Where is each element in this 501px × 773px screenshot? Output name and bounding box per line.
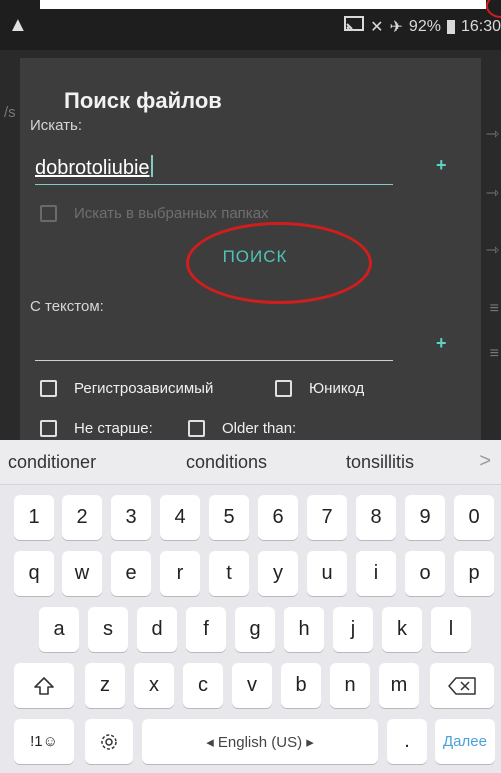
- battery-icon: [446, 19, 455, 34]
- key-g[interactable]: g: [235, 607, 275, 652]
- key-4[interactable]: 4: [160, 495, 200, 540]
- status-bar: ▲ ✕ ✈ 92% 16:30: [0, 0, 501, 50]
- with-text-input[interactable]: [35, 329, 393, 361]
- add-text-button[interactable]: +: [436, 333, 447, 354]
- dialog-title: Поиск файлов: [64, 88, 222, 113]
- background-arrow-icon: ⇾: [485, 185, 499, 202]
- background-path: /s: [4, 104, 16, 121]
- key-u[interactable]: u: [307, 551, 347, 596]
- search-input[interactable]: dobrotoliubie: [35, 153, 393, 185]
- key-y[interactable]: y: [258, 551, 298, 596]
- key-t[interactable]: t: [209, 551, 249, 596]
- unicode-checkbox[interactable]: [275, 380, 292, 397]
- mute-icon: ✕: [370, 18, 384, 36]
- key-c[interactable]: c: [183, 663, 223, 708]
- more-suggestions-button[interactable]: >: [479, 450, 491, 473]
- key-0[interactable]: 0: [454, 495, 494, 540]
- battery-percent: 92%: [408, 17, 441, 35]
- key-d[interactable]: d: [137, 607, 177, 652]
- key-s[interactable]: s: [88, 607, 128, 652]
- older-than-checkbox[interactable]: [188, 420, 205, 437]
- settings-key[interactable]: [85, 719, 133, 764]
- older-than-label: Older than:: [222, 420, 297, 437]
- background-lines-icon: ≡: [489, 300, 499, 317]
- key-1[interactable]: 1: [14, 495, 54, 540]
- in-selected-folders-label: Искать в выбранных папках: [74, 205, 269, 222]
- search-label: Искать:: [30, 117, 83, 134]
- file-search-dialog: Поиск файлов Искать: dobrotoliubie + Иск…: [20, 58, 481, 440]
- background-lines-icon: ≡: [489, 345, 499, 362]
- key-f[interactable]: f: [186, 607, 226, 652]
- key-h[interactable]: h: [284, 607, 324, 652]
- key-2[interactable]: 2: [62, 495, 102, 540]
- suggestion-3[interactable]: tonsillitis: [346, 452, 414, 473]
- not-older-checkbox[interactable]: [40, 420, 57, 437]
- key-3[interactable]: 3: [111, 495, 151, 540]
- key-p[interactable]: p: [454, 551, 494, 596]
- in-selected-folders-checkbox[interactable]: [40, 205, 57, 222]
- period-key[interactable]: .: [387, 719, 427, 764]
- key-5[interactable]: 5: [209, 495, 249, 540]
- next-action-key[interactable]: Далее: [435, 719, 495, 764]
- background-arrow-icon: ⇾: [485, 126, 499, 143]
- backspace-key[interactable]: [430, 663, 494, 708]
- key-q[interactable]: q: [14, 551, 54, 596]
- key-w[interactable]: w: [62, 551, 102, 596]
- with-text-label: С текстом:: [30, 298, 104, 315]
- clock: 16:30: [460, 17, 501, 35]
- key-x[interactable]: x: [134, 663, 174, 708]
- shift-key[interactable]: [14, 663, 74, 708]
- cast-icon: [344, 16, 365, 37]
- red-annotation-circle: [186, 222, 372, 304]
- key-z[interactable]: z: [85, 663, 125, 708]
- backspace-icon: [448, 676, 476, 695]
- top-app-strip: [40, 0, 486, 9]
- key-j[interactable]: j: [333, 607, 373, 652]
- key-e[interactable]: e: [111, 551, 151, 596]
- key-k[interactable]: k: [382, 607, 422, 652]
- suggestion-2[interactable]: conditions: [186, 452, 267, 473]
- airplane-icon: ✈: [389, 18, 403, 36]
- soft-keyboard: conditioner conditions tonsillitis > 1 2…: [0, 440, 501, 773]
- status-icons: ✕ ✈ 92% 16:30: [344, 16, 501, 37]
- warning-icon: ▲: [8, 14, 28, 36]
- key-9[interactable]: 9: [405, 495, 445, 540]
- key-a[interactable]: a: [39, 607, 79, 652]
- space-key[interactable]: ◂ English (US) ▸: [142, 719, 378, 764]
- background-arrow-icon: ⇾: [485, 242, 499, 259]
- suggestion-1[interactable]: conditioner: [8, 452, 96, 473]
- key-n[interactable]: n: [330, 663, 370, 708]
- shift-arrow-icon: [34, 676, 54, 695]
- key-r[interactable]: r: [160, 551, 200, 596]
- key-o[interactable]: o: [405, 551, 445, 596]
- case-sensitive-label: Регистрозависимый: [74, 380, 214, 397]
- key-7[interactable]: 7: [307, 495, 347, 540]
- gear-icon: [101, 733, 117, 750]
- key-i[interactable]: i: [356, 551, 396, 596]
- key-6[interactable]: 6: [258, 495, 298, 540]
- unicode-label: Юникод: [309, 380, 365, 397]
- case-sensitive-checkbox[interactable]: [40, 380, 57, 397]
- key-b[interactable]: b: [281, 663, 321, 708]
- symbols-key[interactable]: !1☺: [14, 719, 74, 764]
- key-8[interactable]: 8: [356, 495, 396, 540]
- add-search-mask-button[interactable]: +: [436, 155, 447, 176]
- suggestion-bar: conditioner conditions tonsillitis >: [0, 440, 501, 485]
- key-m[interactable]: m: [379, 663, 419, 708]
- search-input-value: dobrotoliubie: [35, 155, 153, 180]
- not-older-label: Не старше:: [74, 420, 153, 437]
- key-l[interactable]: l: [431, 607, 471, 652]
- key-v[interactable]: v: [232, 663, 272, 708]
